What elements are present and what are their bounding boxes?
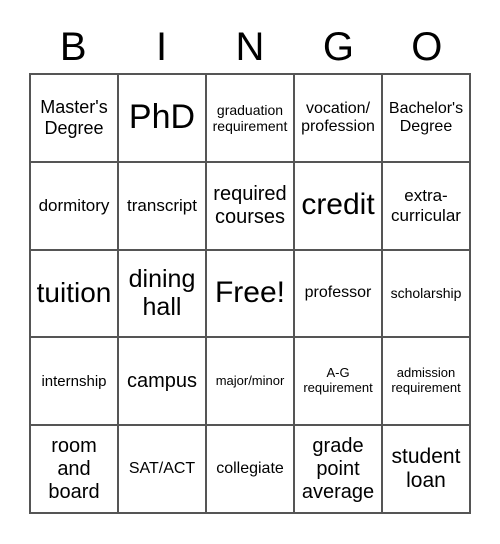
header-letter-g: G — [322, 25, 354, 69]
bingo-cell[interactable]: SAT/ACT — [118, 425, 206, 513]
bingo-header: B I N G O — [29, 22, 471, 72]
bingo-cell[interactable]: vocation/ profession — [294, 74, 382, 162]
bingo-cell[interactable]: campus — [118, 337, 206, 426]
bingo-cell[interactable]: PhD — [118, 74, 206, 162]
bingo-cell[interactable]: Bachelor's Degree — [382, 74, 470, 162]
header-letter-i: I — [156, 25, 168, 69]
bingo-cell[interactable]: graduation requirement — [206, 74, 294, 162]
bingo-cell-free[interactable]: Free! — [206, 249, 294, 338]
bingo-cell[interactable]: dormitory — [30, 161, 118, 250]
header-letter-b: B — [59, 25, 87, 69]
bingo-cell[interactable]: credit — [294, 161, 382, 250]
bingo-cell[interactable]: collegiate — [206, 425, 294, 513]
bingo-cell[interactable]: student loan — [382, 425, 470, 513]
bingo-cell[interactable]: required courses — [206, 161, 294, 250]
bingo-cell[interactable]: professor — [294, 249, 382, 338]
bingo-cell[interactable]: grade point average — [294, 425, 382, 513]
bingo-cell[interactable]: extra- curricular — [382, 161, 470, 250]
header-letter-o: O — [411, 25, 443, 69]
bingo-cell[interactable]: transcript — [118, 161, 206, 250]
bingo-cell[interactable]: admission requirement — [382, 337, 470, 426]
bingo-cell[interactable]: Master's Degree — [30, 74, 118, 162]
bingo-cell[interactable]: dining hall — [118, 249, 206, 338]
bingo-grid: Master's Degree PhD graduation requireme… — [29, 73, 471, 514]
bingo-cell[interactable]: major/minor — [206, 337, 294, 426]
bingo-cell[interactable]: A-G requirement — [294, 337, 382, 426]
bingo-cell[interactable]: tuition — [30, 249, 118, 338]
header-letter-n: N — [235, 25, 265, 69]
bingo-cell[interactable]: scholarship — [382, 249, 470, 338]
bingo-cell[interactable]: internship — [30, 337, 118, 426]
bingo-cell[interactable]: room and board — [30, 425, 118, 513]
